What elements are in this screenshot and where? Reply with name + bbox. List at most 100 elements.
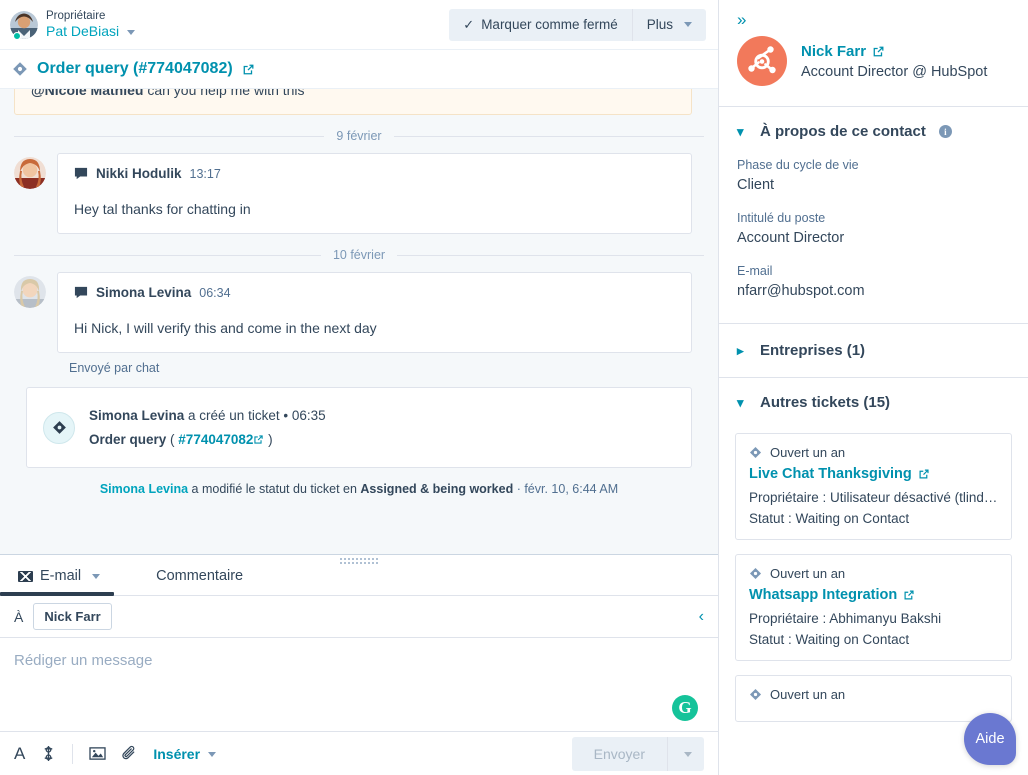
property-value[interactable]: Account Director <box>737 230 1010 246</box>
attachment-icon[interactable] <box>122 745 137 762</box>
ticket-card-status: Statut : Waiting on Contact <box>749 632 910 647</box>
external-link-icon[interactable] <box>903 589 915 601</box>
to-label: À <box>14 608 24 625</box>
mark-closed-button[interactable]: ✓ Marquer comme fermé <box>449 8 632 41</box>
sent-via-label: Envoyé par chat <box>69 361 160 375</box>
message-thread[interactable]: @Nicole Mathieu can you help me with thi… <box>0 89 718 554</box>
ticket-icon <box>749 567 762 580</box>
send-group: Envoyer <box>571 736 704 771</box>
ticket-actions: ✓ Marquer comme fermé Plus <box>449 8 706 41</box>
message-sender: Simona Levina <box>96 285 192 300</box>
ticket-card[interactable]: Ouvert un an Live Chat Thanksgiving Prop… <box>735 433 1012 540</box>
section-other-tickets[interactable]: ▾ Autres tickets (15) <box>719 378 1028 415</box>
collapse-recipients-chevron-icon[interactable]: ‹ <box>699 608 704 626</box>
message-bubble: Nikki Hodulik 13:17 Hey tal thanks for c… <box>57 153 692 234</box>
message-header: Simona Levina 06:34 <box>74 285 675 300</box>
grammarly-icon[interactable]: G <box>672 695 698 721</box>
chevron-down-icon <box>207 752 216 758</box>
insert-menu-button[interactable]: Insérer <box>153 746 216 762</box>
ticket-icon <box>52 421 66 434</box>
send-options-button[interactable] <box>667 736 704 771</box>
online-status-dot <box>13 31 21 40</box>
ticket-action-group: ✓ Marquer comme fermé Plus <box>449 8 706 41</box>
chevron-down-icon: ▾ <box>737 123 744 139</box>
owner-name[interactable]: Pat DeBiasi <box>46 23 119 39</box>
ticket-card-age: Ouvert un an <box>770 566 846 581</box>
tab-comment[interactable]: Commentaire <box>122 568 265 595</box>
editor-placeholder: Rédiger un message <box>14 652 153 669</box>
event-ticket-icon-circle <box>43 411 75 444</box>
event-actor: Simona Levina <box>89 408 185 423</box>
section-about-contact[interactable]: ▾ À propos de ce contact i <box>719 107 1028 144</box>
font-format-icon[interactable]: A <box>14 744 25 764</box>
external-link-icon[interactable] <box>918 468 930 480</box>
contact-sidebar: » Nick Farr Account Director @ HubSpot ▾… <box>719 0 1028 775</box>
message-composer: E-mail Commentaire À Nick Farr ‹ Rédiger… <box>0 554 718 775</box>
link-glyph <box>45 746 53 761</box>
ticket-card-owner: Propriétaire : Abhimanyu Bakshi <box>749 611 942 626</box>
other-tickets-list: Ouvert un an Live Chat Thanksgiving Prop… <box>719 415 1028 732</box>
day-separator-label: 10 février <box>332 248 386 262</box>
property-value[interactable]: Client <box>737 177 1010 193</box>
ticket-title[interactable]: Order query (#774047082) <box>37 60 233 78</box>
external-link-icon[interactable] <box>242 63 255 76</box>
status-change-new-value: Assigned & being worked <box>360 482 514 497</box>
ticket-card-title-row[interactable]: Live Chat Thanksgiving <box>749 466 998 482</box>
ticket-card-title: Whatsapp Integration <box>749 587 898 603</box>
external-link-icon[interactable] <box>872 45 885 58</box>
sidebar-contact-subtitle: Account Director @ HubSpot <box>801 63 988 80</box>
chat-icon <box>74 286 88 299</box>
day-separator: 10 février <box>14 248 704 262</box>
composer-resize-handle[interactable] <box>339 557 379 565</box>
ticket-card-age: Ouvert un an <box>770 445 846 460</box>
sidebar-contact-name-row[interactable]: Nick Farr <box>801 43 987 60</box>
sidebar-contact-header: Nick Farr Account Director @ HubSpot <box>719 32 1028 107</box>
event-ticket-name: Order query <box>89 431 167 447</box>
property-label: Phase du cycle de vie <box>737 158 859 172</box>
clipped-message-text: can you help me with this <box>143 89 305 98</box>
mention-text: @Nicole Mathieu <box>31 89 144 98</box>
event-paren-close: ) <box>264 431 273 447</box>
sidebar-expand-row: » <box>719 0 1028 32</box>
sidebar-contact-name: Nick Farr <box>801 42 867 60</box>
chat-icon <box>74 167 88 180</box>
contact-avatar-hubspot-logo <box>737 36 787 86</box>
ticket-card[interactable]: Ouvert un an Whatsapp Integration Propri… <box>735 554 1012 661</box>
composer-toolbar: A Insérer Envoyer <box>0 731 718 775</box>
ticket-card-title-row[interactable]: Whatsapp Integration <box>749 587 998 603</box>
link-icon[interactable] <box>41 745 56 762</box>
send-button[interactable]: Envoyer <box>571 736 667 771</box>
recipient-chip[interactable]: Nick Farr <box>33 603 112 630</box>
info-icon[interactable]: i <box>938 125 952 138</box>
help-button[interactable]: Aide <box>964 713 1016 765</box>
event-ticket-id-link[interactable]: #774047082 <box>178 432 253 447</box>
chevron-double-right-icon[interactable]: » <box>737 10 747 29</box>
more-button[interactable]: Plus <box>631 8 706 41</box>
status-change-actor[interactable]: Simona Levina <box>100 482 188 496</box>
property-lifecycle-stage: Phase du cycle de vie Client <box>737 158 1010 193</box>
contact-properties: Phase du cycle de vie Client Intitulé du… <box>719 144 1028 324</box>
avatar <box>14 157 46 189</box>
day-separator: 9 février <box>14 129 704 143</box>
ticket-icon <box>749 688 762 701</box>
ticket-card[interactable]: Ouvert un an <box>735 675 1012 722</box>
section-companies[interactable]: ▸ Entreprises (1) <box>719 324 1028 378</box>
property-job-title: Intitulé du poste Account Director <box>737 211 1010 246</box>
status-change-entry: Simona Levina a modifié le statut du tic… <box>14 482 704 506</box>
event-action: a créé un ticket • <box>184 408 292 423</box>
day-separator-label: 9 février <box>336 129 382 143</box>
external-link-icon[interactable] <box>253 434 264 445</box>
property-label: E-mail <box>737 264 773 278</box>
message-bubble: Simona Levina 06:34 Hi Nick, I will veri… <box>57 272 692 353</box>
image-icon[interactable] <box>89 746 106 761</box>
recipient-row: À Nick Farr ‹ <box>0 596 718 638</box>
property-value[interactable]: nfarr@hubspot.com <box>737 283 1010 299</box>
message-time: 13:17 <box>189 166 221 181</box>
message-editor[interactable]: Rédiger un message G <box>0 638 718 731</box>
tab-email[interactable]: E-mail <box>0 568 122 596</box>
message-row: Simona Levina 06:34 Hi Nick, I will veri… <box>14 272 704 353</box>
owner-selector[interactable]: Propriétaire Pat DeBiasi <box>10 10 136 40</box>
message-time: 06:34 <box>199 285 231 300</box>
tab-email-label: E-mail <box>40 568 82 584</box>
owner-avatar <box>10 10 38 40</box>
